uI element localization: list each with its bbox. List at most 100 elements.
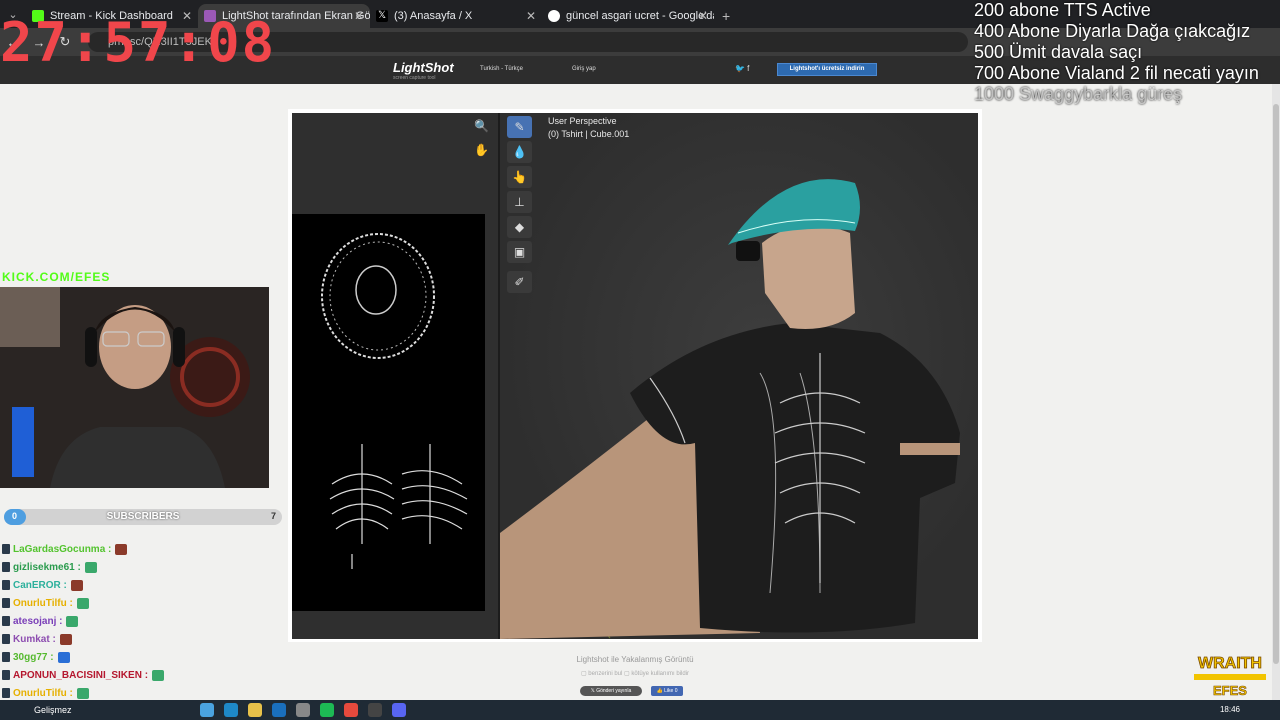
annotate-tool-button[interactable]: ✐ [507,271,532,293]
chat-message: OnurluTilfu : [2,594,282,612]
webcam-feed [0,287,269,488]
emote-icon [84,561,97,573]
svg-text:WRAITH: WRAITH [1198,655,1262,672]
emote-icon [76,597,89,609]
captured-screenshot: 🔍 ✋ ✎ 💧 👆 ⊥ ◆ ▣ ✐ User Perspective (0) T… [292,113,978,639]
emote-icon [70,579,83,591]
emote-icon [152,669,165,681]
share-x-button[interactable]: 𝕏 Gönderi yayınla [580,686,642,696]
goal-line: 400 Abone Diyarla Dağa çıakcağız [974,21,1251,41]
tool-column: ✎ 💧 👆 ⊥ ◆ ▣ ✐ [504,113,536,313]
chat-message: 30gg77 : [2,648,282,666]
chrome-icon[interactable] [344,703,358,717]
tagline: screen capture tool [393,75,436,81]
emote-icon [76,687,89,699]
tab-x-home[interactable]: 𝕏 (3) Anasayfa / X ✕ [370,4,542,28]
user-badge-icon [2,616,10,626]
3d-viewport[interactable]: ✎ 💧 👆 ⊥ ◆ ▣ ✐ User Perspective (0) Tshir… [500,113,978,639]
discord-icon[interactable] [392,703,406,717]
subscriber-goal-bar: 0 SUBSCRIBERS 7 [4,509,282,525]
svg-text:EFES: EFES [1213,683,1247,698]
sub-goals-overlay: 200 abone TTS Active 400 Abone Diyarla D… [974,0,1274,105]
start-icon[interactable] [200,703,214,717]
chat-message: atesojanj : [2,612,282,630]
user-badge-icon [2,562,10,572]
goal-line: 700 Abone Vialand 2 fil necati yayın [974,63,1259,83]
hand-icon[interactable]: ✋ [474,143,489,157]
stream-timer: 27:57:08 [0,11,277,74]
new-tab-button[interactable]: + [714,4,738,28]
chat-username: LaGardasGocunma : [13,543,112,555]
chat-overlay: LaGardasGocunma : gizlisekme61 : CanEROR :… [2,540,282,702]
windows-taskbar: Gelişmez 18:46 [0,700,1280,720]
user-badge-icon [2,670,10,680]
kick-channel-link: KICK.COM/EFES [2,270,111,284]
weather-widget[interactable]: Gelişmez [34,705,72,715]
social-links[interactable]: 🐦 f [735,64,749,73]
wraith-efes-logo: WRAITH EFES [1194,655,1266,698]
tab-label: güncel asgari ucret - Google'da [566,10,714,22]
settings-icon[interactable] [296,703,310,717]
chat-username: OnurluTilfu : [13,687,73,699]
uv-editor-pane: 🔍 ✋ [292,113,498,639]
outlook-icon[interactable] [272,703,286,717]
chat-message: LaGardasGocunma : [2,540,282,558]
tshirt-model [500,179,960,639]
chat-username: Kumkat : [13,633,56,645]
uv-texture-drawing [321,233,468,569]
download-button[interactable]: Lightshot'ı ücretsiz indirin [777,63,877,76]
chat-username: atesojanj : [13,615,63,627]
scrollbar-thumb[interactable] [1273,104,1279,664]
goal-line: 200 abone TTS Active [974,0,1151,20]
webcam-drawing [0,287,269,488]
goal-line: 500 Ümit davala saçı [974,42,1143,62]
folder-icon[interactable] [248,703,262,717]
edge-icon[interactable] [224,703,238,717]
user-badge-icon [2,652,10,662]
page-scrollbar[interactable] [1272,84,1280,700]
close-icon[interactable]: ✕ [698,9,708,23]
user-badge-icon [2,580,10,590]
mask-tool-button[interactable]: ▣ [507,241,532,263]
user-badge-icon [2,544,10,554]
subscriber-goal-max: 7 [270,511,276,521]
chat-message: CanEROR : [2,576,282,594]
login-link[interactable]: Giriş yap [572,66,596,72]
spotify-icon[interactable] [320,703,334,717]
stamp-tool-button[interactable]: ⊥ [507,191,532,213]
emote-icon [66,615,79,627]
chat-username: APONUN_BACISINI_SIKEN : [13,669,149,681]
user-badge-icon [2,598,10,608]
emote-icon [115,543,128,555]
fill-tool-button[interactable]: ◆ [507,216,532,238]
zoom-icon[interactable]: 🔍 [474,119,489,133]
drop-tool-button[interactable]: 💧 [507,141,532,163]
emote-icon [57,651,70,663]
taskbar-clock[interactable]: 18:46 [1220,705,1240,714]
chat-message: gizlisekme61 : [2,558,282,576]
obs-icon[interactable] [368,703,382,717]
emote-icon [59,633,72,645]
close-icon[interactable]: ✕ [354,9,364,23]
tab-label: (3) Anasayfa / X [394,10,473,22]
user-badge-icon [2,634,10,644]
chat-username: gizlisekme61 : [13,561,81,573]
chat-username: 30gg77 : [13,651,54,663]
viewport-perspective-label: User Perspective [548,116,617,126]
user-badge-icon [2,688,10,698]
smear-tool-button[interactable]: 👆 [507,166,532,188]
chat-message: APONUN_BACISINI_SIKEN : [2,666,282,684]
uv-texture-view [292,214,485,611]
subscriber-goal-label: SUBSCRIBERS [106,511,180,522]
google-icon [548,10,560,22]
chat-username: OnurluTilfu : [13,597,73,609]
like-button[interactable]: 👍 Like 0 [651,686,683,696]
close-icon[interactable]: ✕ [526,9,536,23]
lightshot-logo[interactable]: LightShot screen capture tool [393,60,454,81]
goal-line: 1000 Swaggybarkla güreş [974,84,1183,104]
x-icon: 𝕏 [376,10,388,22]
brush-tool-button[interactable]: ✎ [507,116,532,138]
chat-username: CanEROR : [13,579,67,591]
tab-google-search[interactable]: güncel asgari ucret - Google'da ✕ [542,4,714,28]
language-select[interactable]: Turkish - Türkçe [480,66,523,72]
